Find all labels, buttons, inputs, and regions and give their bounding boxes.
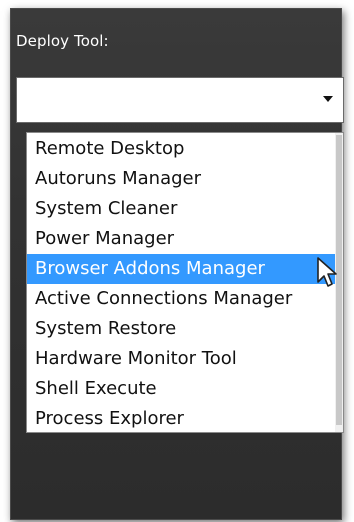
dropdown-option-system-restore[interactable]: System Restore: [27, 314, 337, 344]
deploy-tool-dropdown-list: Remote Desktop Autoruns Manager System C…: [26, 132, 344, 433]
dropdown-option-remote-desktop[interactable]: Remote Desktop: [27, 134, 337, 164]
deploy-tool-select[interactable]: [16, 77, 344, 123]
dropdown-option-autoruns-manager[interactable]: Autoruns Manager: [27, 164, 337, 194]
mouse-pointer-icon: [316, 256, 338, 292]
dropdown-option-hardware-monitor-tool[interactable]: Hardware Monitor Tool: [27, 344, 337, 374]
dropdown-option-active-connections-manager[interactable]: Active Connections Manager: [27, 284, 337, 314]
dropdown-option-power-manager[interactable]: Power Manager: [27, 224, 337, 254]
dropdown-option-browser-addons-manager[interactable]: Browser Addons Manager: [27, 254, 337, 284]
dropdown-option-shell-execute[interactable]: Shell Execute: [27, 374, 337, 404]
deploy-tool-label: Deploy Tool:: [16, 32, 109, 50]
dropdown-option-system-cleaner[interactable]: System Cleaner: [27, 194, 337, 224]
chevron-down-icon[interactable]: [321, 92, 335, 106]
dropdown-option-process-explorer[interactable]: Process Explorer: [27, 404, 337, 432]
